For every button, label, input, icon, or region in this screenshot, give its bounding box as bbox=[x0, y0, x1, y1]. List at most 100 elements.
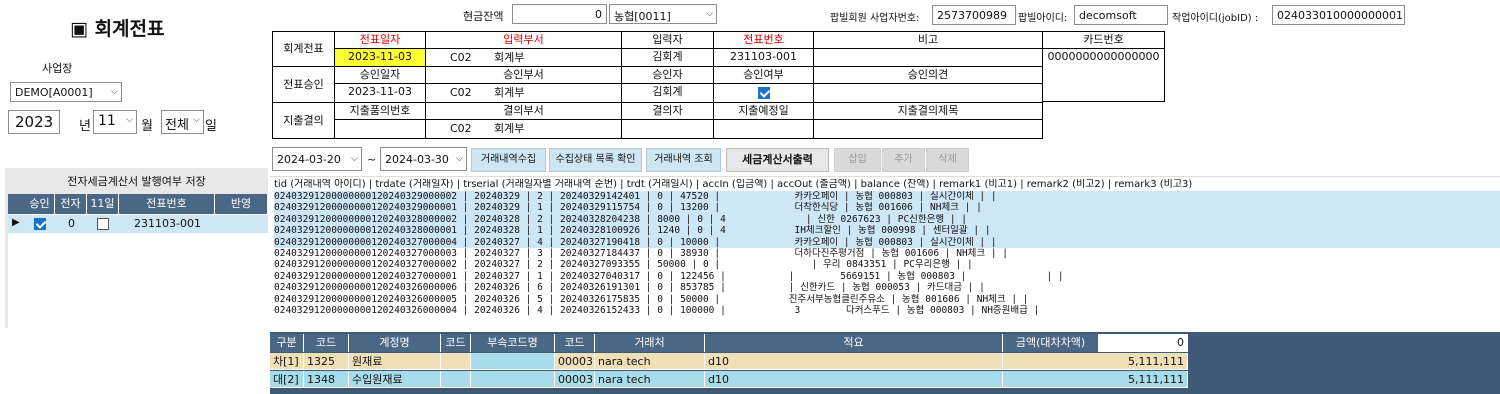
grid-header-approve[interactable]: 승인 bbox=[25, 194, 55, 214]
to-date-picker[interactable]: 2024-03-30 ⌵ bbox=[380, 147, 467, 171]
tax-save-panel-title: 전자세금계산서 발행여부 저장 bbox=[67, 175, 206, 188]
insert-button[interactable]: 삽입 bbox=[834, 148, 881, 172]
approval-dept-name: 회계부 bbox=[494, 86, 525, 99]
bank-select[interactable]: 농협[0011] ⌵ bbox=[609, 4, 717, 24]
approval-opinion-field[interactable] bbox=[814, 84, 1043, 103]
chevron-down-icon: ⌵ bbox=[456, 154, 463, 164]
approval-checkbox[interactable] bbox=[757, 87, 770, 99]
approval-dept-code: C02 bbox=[450, 86, 472, 99]
h-approval-opinion: 승인의견 bbox=[814, 67, 1043, 84]
expense-date-field[interactable] bbox=[714, 120, 814, 139]
list-item: 02403291200000000120240327000002 | 20240… bbox=[274, 259, 973, 271]
journal-row1-subname[interactable] bbox=[471, 353, 555, 370]
day-select[interactable]: 전체 ⌵ bbox=[161, 110, 204, 134]
h-voucher-date: 전표일자 bbox=[335, 32, 426, 49]
h-approval-dept: 승인부서 bbox=[426, 67, 622, 84]
approver-field[interactable]: 김회계 bbox=[622, 84, 714, 103]
row-marker-icon: ▶ bbox=[12, 217, 20, 228]
journal-row1-vendor-code[interactable]: 00003 bbox=[555, 353, 595, 370]
journal-row1-amount[interactable]: 5,111,111 bbox=[1003, 353, 1188, 370]
popbill-id-input[interactable]: decomsoft bbox=[1074, 5, 1168, 25]
left-panel: ▣ 회계전표 사업장 DEMO[A0001] ⌵ 2023 년 11 ⌵ 월 전체 ⌵… bbox=[0, 0, 268, 394]
grid-header-11day[interactable]: 11일 bbox=[87, 194, 119, 214]
journal-row2-memo[interactable]: d10 bbox=[705, 371, 1003, 388]
tax-invoice-print-button[interactable]: 세금계산서출력 bbox=[726, 148, 829, 172]
job-id-input[interactable]: 024033010000000001 bbox=[1272, 5, 1405, 25]
delete-button[interactable]: 삭제 bbox=[926, 148, 969, 172]
11day-checkbox[interactable] bbox=[97, 217, 109, 230]
month-select[interactable]: 11 ⌵ bbox=[93, 110, 137, 134]
dept-code: C02 bbox=[450, 51, 472, 64]
job-id-label: 작업아이디(jobID) : bbox=[1172, 13, 1259, 24]
journal-row1-memo[interactable]: d10 bbox=[705, 353, 1003, 370]
list-item: 02403291200000000120240326000006 | 20240… bbox=[274, 282, 985, 294]
approval-grid: 승인 전자 11일 전표번호 반영 ▶ 0 231103-001 bbox=[8, 194, 268, 328]
input-dept-field[interactable]: C02 회계부 bbox=[426, 49, 622, 67]
expense-no-field[interactable] bbox=[335, 120, 426, 139]
table-row[interactable]: ▶ 0 231103-001 bbox=[8, 215, 268, 233]
query-transactions-button[interactable]: 거래내역 조회 bbox=[646, 148, 721, 172]
memo-field[interactable] bbox=[814, 49, 1043, 67]
journal-row2-amount[interactable]: 5,111,111 bbox=[1003, 371, 1188, 388]
voucher-date-input[interactable]: 2023-11-03 bbox=[335, 49, 426, 67]
collect-transactions-button[interactable]: 거래내역수집 bbox=[471, 148, 546, 172]
cash-balance-input[interactable]: 0 bbox=[512, 4, 607, 24]
list-item: 02403291200000000120240326000005 | 20240… bbox=[274, 293, 1029, 305]
business-select[interactable]: DEMO[A0001] ⌵ bbox=[10, 82, 122, 102]
resolve-dept-field[interactable]: C02 회계부 bbox=[426, 120, 622, 139]
popbill-id-label: 팝빌아이디: bbox=[1018, 13, 1068, 24]
journal-h-vendor-code: 코드 bbox=[555, 334, 595, 352]
add-button[interactable]: 추가 bbox=[882, 148, 925, 172]
journal-row1-account[interactable]: 원재료 bbox=[349, 353, 441, 370]
approval-yn-field[interactable] bbox=[714, 84, 814, 103]
collect-status-button[interactable]: 수집상태 목록 확인 bbox=[549, 148, 642, 172]
chevron-down-icon: ⌵ bbox=[706, 9, 713, 19]
journal-row2-subcode[interactable] bbox=[441, 371, 471, 388]
expense-title-field[interactable] bbox=[814, 120, 1043, 139]
journal-row2-vendor[interactable]: nara tech bbox=[595, 371, 705, 388]
transactions-textarea[interactable]: tid (거래내역 아이디) | trdate (거래일자) | trseria… bbox=[270, 176, 1500, 327]
list-item: 02403291200000000120240329000001 | 20240… bbox=[274, 202, 1500, 214]
list-item: 02403291200000000120240328000001 | 20240… bbox=[274, 225, 1500, 237]
resolver-field[interactable] bbox=[622, 120, 714, 139]
page-title: ▣ 회계전표 bbox=[70, 18, 165, 40]
approve-checkbox[interactable] bbox=[34, 217, 46, 230]
approval-dept-field[interactable]: C02 회계부 bbox=[426, 84, 622, 103]
date-range-tilde: ~ bbox=[367, 153, 377, 166]
grid-header-electronic[interactable]: 전자 bbox=[55, 194, 87, 214]
journal-row1-side[interactable]: 차[1] bbox=[270, 353, 304, 370]
member-biz-input[interactable]: 2573700989 bbox=[932, 5, 1016, 25]
year-unit: 년 bbox=[79, 119, 91, 134]
chevron-down-icon: ⌵ bbox=[111, 87, 118, 97]
grid-header-voucher-no[interactable]: 전표번호 bbox=[119, 194, 215, 214]
journal-h-subcode: 코드 bbox=[441, 334, 471, 352]
journal-row2-account[interactable]: 수입원재료 bbox=[349, 371, 441, 388]
journal-row2-side[interactable]: 대[2] bbox=[270, 371, 304, 388]
list-item: 02403291200000000120240327000001 | 20240… bbox=[274, 270, 1064, 282]
list-item: 02403291200000000120240329000002 | 20240… bbox=[274, 191, 1500, 203]
approval-date-field[interactable]: 2023-11-03 bbox=[335, 84, 426, 103]
journal-h-amount: 금액(대차차액) bbox=[1003, 334, 1099, 352]
h-memo: 비고 bbox=[814, 32, 1043, 49]
from-date-picker[interactable]: 2024-03-20 ⌵ bbox=[272, 147, 362, 171]
journal-row1-code[interactable]: 1325 bbox=[304, 353, 349, 370]
tx-header-line: tid (거래내역 아이디) | trdate (거래일자) | trseria… bbox=[274, 179, 1193, 190]
inputter-field[interactable]: 김회계 bbox=[622, 49, 714, 67]
journal-row2-code[interactable]: 1348 bbox=[304, 371, 349, 388]
journal-row1-vendor[interactable]: nara tech bbox=[595, 353, 705, 370]
month-unit: 월 bbox=[141, 119, 153, 134]
year-input[interactable]: 2023 bbox=[8, 110, 60, 134]
voucher-no-field[interactable]: 231103-001 bbox=[714, 49, 814, 67]
journal-h-side: 구분 bbox=[270, 334, 304, 352]
journal-row2-subname[interactable] bbox=[471, 371, 555, 388]
electronic-value: 0 bbox=[68, 217, 75, 230]
journal-row1-subcode[interactable] bbox=[441, 353, 471, 370]
grid-header-apply[interactable]: 반영 bbox=[215, 194, 268, 214]
journal-h-memo: 적요 bbox=[705, 334, 1003, 352]
journal-h-account: 계정명 bbox=[349, 334, 441, 352]
resolve-dept-code: C02 bbox=[450, 122, 472, 135]
journal-diff-value: 0 bbox=[1099, 334, 1188, 352]
h-input-dept: 입력부서 bbox=[426, 32, 622, 49]
journal-h-code: 코드 bbox=[304, 334, 349, 352]
journal-row2-vendor-code[interactable]: 00003 bbox=[555, 371, 595, 388]
